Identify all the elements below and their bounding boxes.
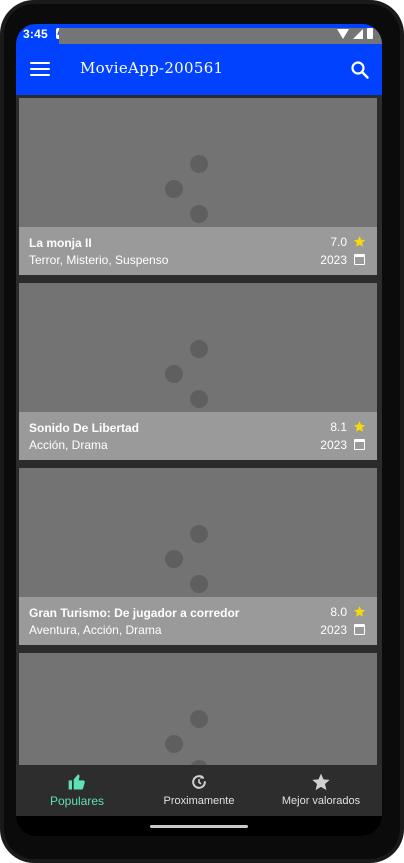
- loading-dot: [190, 525, 208, 543]
- movie-rating: 7.0: [330, 235, 347, 249]
- movie-poster-loading: [19, 468, 377, 597]
- loading-dot: [190, 575, 208, 593]
- calendar-icon: [354, 439, 365, 450]
- movie-poster-loading: [19, 98, 377, 227]
- phone-frame: 3:45 MovieApp-200561: [0, 0, 404, 863]
- status-system-icons: [337, 28, 373, 39]
- loading-dot: [190, 155, 208, 173]
- movie-rating: 8.0: [330, 605, 347, 619]
- thumbs-up-icon: [68, 774, 85, 790]
- movie-title: Gran Turismo: De jugador a corredor: [29, 606, 240, 620]
- nav-item-populares[interactable]: Populares: [16, 765, 138, 816]
- home-gesture-bar[interactable]: [150, 825, 248, 828]
- star-icon: [353, 421, 366, 432]
- movie-poster-loading: [19, 283, 377, 412]
- movie-info: Sonido De Libertad Acción, Drama 8.1 202…: [19, 412, 377, 460]
- calendar-icon: [354, 254, 365, 265]
- loading-dot: [190, 390, 208, 408]
- status-notification-icons: [56, 27, 382, 205]
- nav-item-proximamente[interactable]: Proximamente: [138, 765, 260, 816]
- app-bar: MovieApp-200561: [16, 44, 382, 95]
- movie-info: Gran Turismo: De jugador a corredor Aven…: [19, 597, 377, 645]
- gesture-navigation-area: [16, 816, 382, 836]
- status-time: 3:45: [23, 27, 48, 41]
- nav-label: Populares: [49, 794, 105, 808]
- movie-title: Sonido De Libertad: [29, 421, 140, 435]
- loading-dot: [165, 735, 183, 753]
- movie-card[interactable]: Gran Turismo: De jugador a corredor Aven…: [19, 468, 377, 645]
- movie-list[interactable]: La monja II Terror, Misterio, Suspenso 7…: [16, 95, 382, 765]
- refresh-clock-icon: [192, 774, 206, 789]
- movie-title: La monja II: [29, 236, 92, 250]
- movie-genres: Aventura, Acción, Drama: [29, 623, 162, 637]
- nav-item-mejor-valorados[interactable]: Mejor valorados: [260, 765, 382, 816]
- star-icon: [353, 236, 366, 247]
- nav-label: Proximamente: [163, 795, 235, 807]
- movie-card[interactable]: [19, 653, 377, 765]
- battery-icon: [367, 28, 373, 39]
- movie-card[interactable]: Sonido De Libertad Acción, Drama 8.1 202…: [19, 283, 377, 460]
- signal-icon: [353, 28, 363, 39]
- movie-genres: Acción, Drama: [29, 438, 108, 452]
- loading-dot: [190, 340, 208, 358]
- search-icon[interactable]: [350, 60, 370, 80]
- movie-year: 2023: [320, 623, 347, 637]
- movie-rating: 8.1: [330, 420, 347, 434]
- calendar-icon: [354, 624, 365, 635]
- star-icon: [312, 773, 330, 791]
- movie-card[interactable]: La monja II Terror, Misterio, Suspenso 7…: [19, 98, 377, 275]
- loading-dot: [165, 550, 183, 568]
- movie-genres: Terror, Misterio, Suspenso: [29, 253, 169, 267]
- movie-year: 2023: [320, 253, 347, 267]
- loading-dot: [165, 365, 183, 383]
- movie-year: 2023: [320, 438, 347, 452]
- nav-label: Mejor valorados: [281, 795, 361, 807]
- app-title: MovieApp-200561: [80, 59, 224, 77]
- loading-dot: [190, 710, 208, 728]
- wifi-icon: [337, 28, 349, 39]
- screen: 3:45 MovieApp-200561: [16, 24, 382, 836]
- loading-dot: [165, 180, 183, 198]
- status-bar: 3:45: [16, 24, 382, 205]
- bottom-navigation: Populares Proximamente Mejor valorados: [16, 765, 382, 816]
- movie-poster-loading: [19, 653, 377, 765]
- loading-dot: [190, 205, 208, 223]
- star-icon: [353, 606, 366, 617]
- movie-info: La monja II Terror, Misterio, Suspenso 7…: [19, 227, 377, 275]
- menu-icon[interactable]: [30, 62, 50, 76]
